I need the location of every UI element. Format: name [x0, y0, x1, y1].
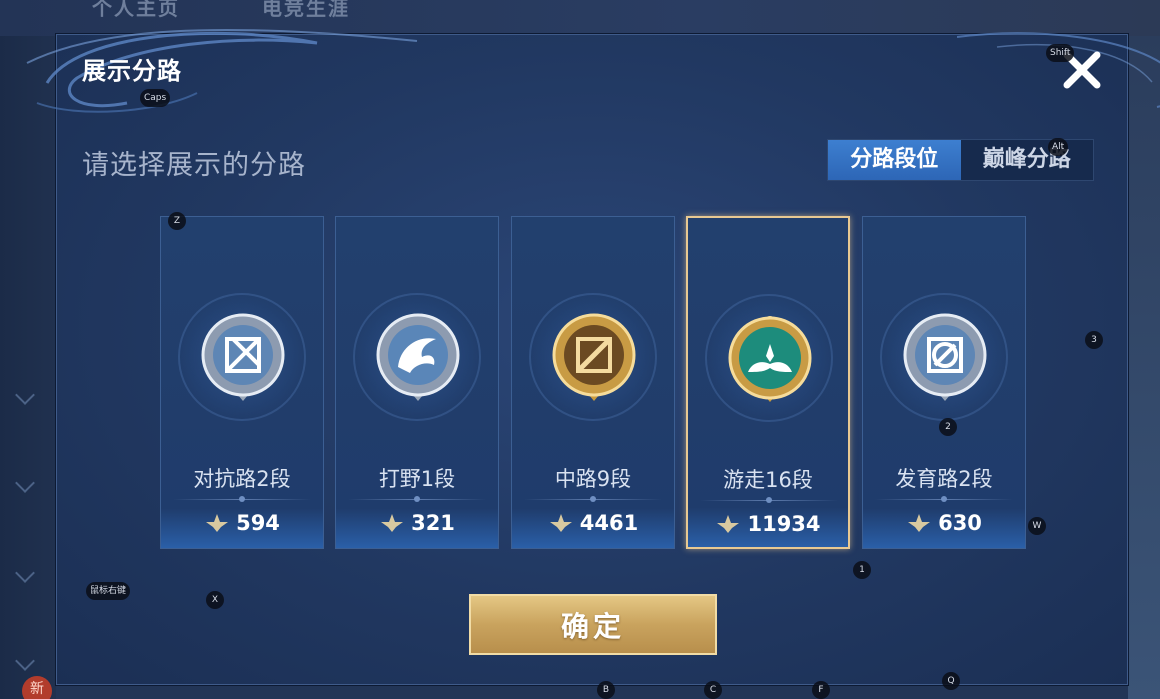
- clash-lane-badge-icon: [201, 313, 285, 401]
- key-hint-2: 2: [939, 418, 957, 436]
- background-right-panel: [1128, 36, 1160, 699]
- roam-badge-icon: [728, 316, 812, 402]
- key-hint-shift: Shift: [1046, 44, 1075, 62]
- key-hint-3: 3: [1085, 331, 1103, 349]
- lane-points-icon: [381, 514, 404, 532]
- key-hint-b: B: [597, 681, 615, 699]
- key-hint-f: F: [812, 681, 830, 699]
- lane-points-icon: [908, 514, 931, 532]
- rank-label: 中路9段: [554, 467, 632, 491]
- lane-points-icon: [717, 515, 740, 533]
- lane-card-farm[interactable]: 发育路2段 630: [862, 216, 1026, 549]
- background-left-panel: [0, 36, 56, 699]
- tab-peak-lane[interactable]: 巅峰分路: [961, 140, 1094, 180]
- display-lane-dialog: 展示分路 请选择展示的分路 分路段位 巅峰分路 对抗路2段 594 打野1段 3…: [26, 28, 1160, 685]
- key-hint-q: Q: [942, 672, 960, 690]
- key-hint-c: C: [704, 681, 722, 699]
- score-value: 4461: [579, 511, 639, 535]
- lane-points-icon: [549, 514, 572, 532]
- chevron-down-icon: [15, 563, 35, 583]
- farm-lane-badge-icon: [903, 313, 987, 401]
- dialog-title: 展示分路: [82, 57, 182, 85]
- lane-points-icon: [206, 514, 229, 532]
- rank-label: 发育路2段: [895, 467, 993, 491]
- score-row: 321: [336, 511, 498, 535]
- jungle-badge-icon: [376, 313, 460, 401]
- mid-lane-badge-icon: [552, 313, 636, 401]
- tab-lane-rank[interactable]: 分路段位: [828, 140, 961, 180]
- dialog-subtitle: 请选择展示的分路: [82, 150, 306, 181]
- background-tab-career: 电竞生涯: [262, 0, 350, 20]
- key-hint-z: Z: [168, 212, 186, 230]
- rank-label: 打野1段: [378, 467, 456, 491]
- confirm-button[interactable]: 确定: [469, 594, 717, 655]
- new-badge: 新: [22, 676, 52, 699]
- lane-card-mid[interactable]: 中路9段 4461: [511, 216, 675, 549]
- score-value: 11934: [747, 512, 821, 536]
- chevron-down-icon: [15, 385, 35, 405]
- key-hint-mouse-right: 鼠标右键: [86, 582, 131, 600]
- decorative-swirl-icon: [26, 28, 418, 113]
- divider-dot: [414, 496, 420, 502]
- lane-card-clash[interactable]: 对抗路2段 594: [160, 216, 324, 549]
- divider-dot: [766, 497, 772, 503]
- background-tab-profile: 个人主页: [92, 0, 180, 20]
- key-hint-x: X: [206, 591, 224, 609]
- chevron-down-icon: [15, 473, 35, 493]
- key-hint-caps: Caps: [140, 89, 171, 107]
- score-row: 4461: [512, 511, 674, 535]
- score-row: 630: [863, 511, 1025, 535]
- score-value: 630: [938, 511, 982, 535]
- key-hint-1: 1: [853, 561, 871, 579]
- rank-label: 游走16段: [723, 468, 813, 492]
- divider-dot: [239, 496, 245, 502]
- score-row: 11934: [688, 512, 848, 536]
- score-row: 594: [161, 511, 323, 535]
- lane-card-roam[interactable]: 游走16段 11934: [686, 216, 850, 549]
- key-hint-alt: Alt: [1048, 138, 1069, 156]
- key-hint-w: W: [1028, 517, 1046, 535]
- background-top-bar: 个人主页 电竞生涯: [0, 0, 1160, 36]
- lane-card-jungle[interactable]: 打野1段 321: [335, 216, 499, 549]
- chevron-down-icon: [15, 651, 35, 671]
- score-value: 321: [411, 511, 455, 535]
- score-value: 594: [236, 511, 280, 535]
- rank-label: 对抗路2段: [193, 467, 291, 491]
- divider-dot: [590, 496, 596, 502]
- divider-dot: [941, 496, 947, 502]
